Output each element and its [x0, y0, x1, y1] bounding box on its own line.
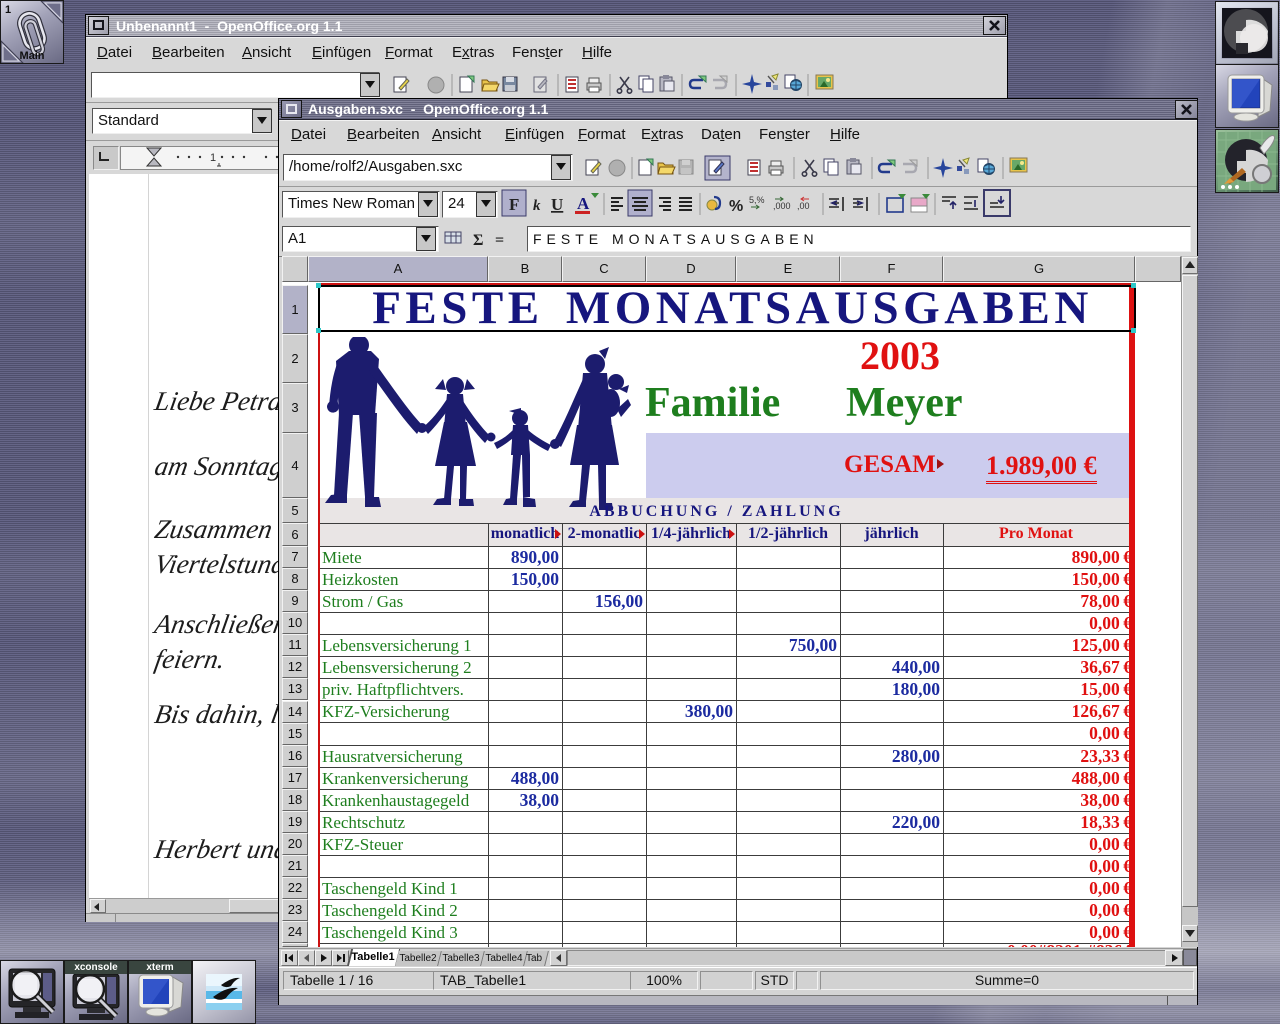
svg-text:,000: ,000 — [773, 201, 791, 211]
svg-text:1: 1 — [210, 152, 216, 164]
svg-text:=: = — [495, 232, 504, 249]
svg-text:Main: Main — [19, 50, 44, 62]
svg-text:%: % — [729, 198, 743, 215]
svg-text:F: F — [509, 195, 519, 214]
svg-text:k: k — [533, 198, 541, 214]
svg-text:Σ: Σ — [473, 232, 483, 249]
svg-text:A: A — [577, 194, 590, 213]
svg-text:,00: ,00 — [797, 201, 810, 211]
svg-text:U: U — [551, 195, 563, 214]
svg-text:5,%: 5,% — [749, 195, 765, 205]
svg-text:1: 1 — [5, 4, 11, 16]
